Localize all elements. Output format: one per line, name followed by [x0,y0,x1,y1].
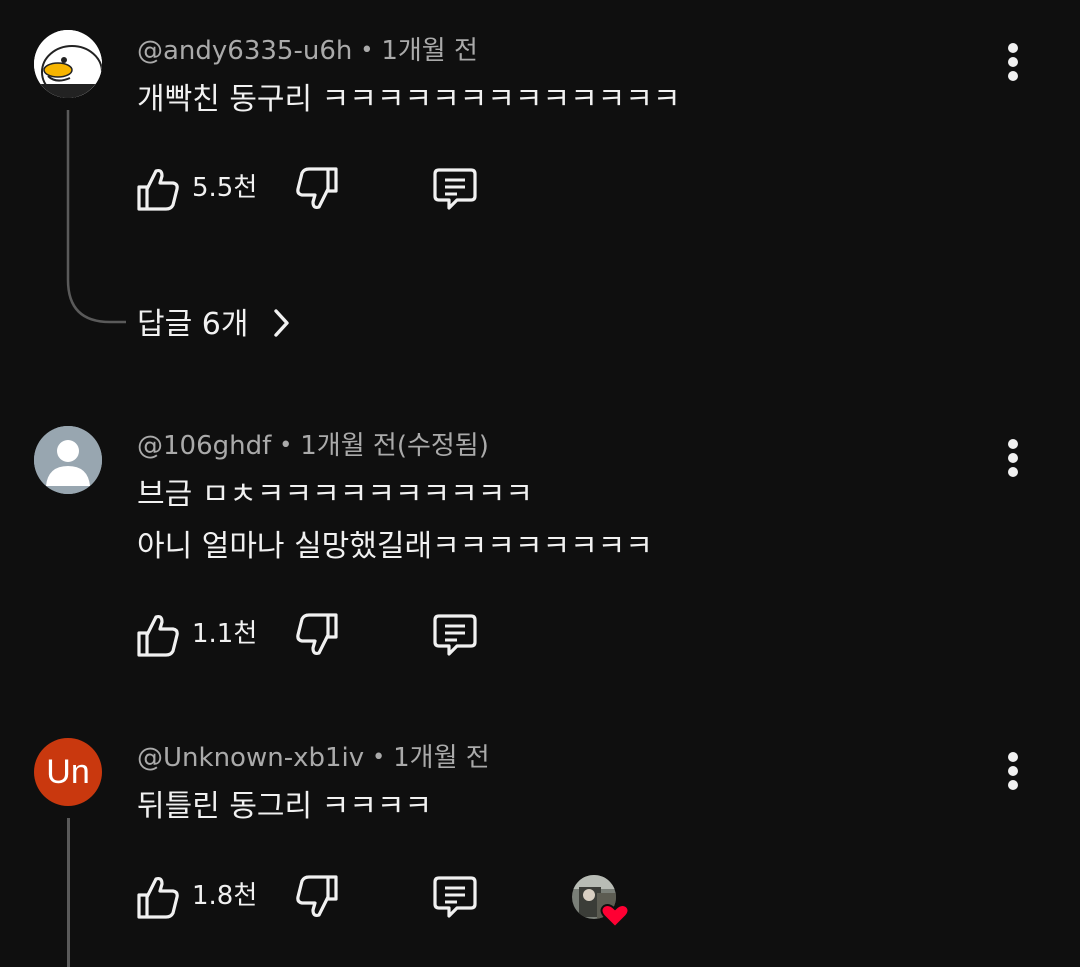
more-dot [1008,71,1018,81]
like-button[interactable]: 1.8천 [135,873,275,923]
more-options-button[interactable] [1002,752,1024,792]
thumbs-down-icon [296,167,338,210]
comment-text-line: 개빡친 동구리 ㅋㅋㅋㅋㅋㅋㅋㅋㅋㅋㅋㅋㅋ [137,82,681,117]
reply-button[interactable] [431,165,479,215]
comment-author[interactable]: @106ghdf [137,431,271,461]
comment-icon [433,614,477,656]
comment-icon [433,876,477,918]
comment-author[interactable]: @andy6335-u6h [137,36,352,66]
thumbs-down-icon [296,613,338,656]
comment-text-line: 브금 ㅁㅊㅋㅋㅋㅋㅋㅋㅋㅋㅋㅋ [137,477,533,512]
comment-time: 1개월 전 [381,36,478,66]
meta-separator: • [360,38,374,63]
creator-avatar-heart-icon [572,875,630,929]
more-dot [1008,43,1018,53]
dislike-button[interactable] [294,873,340,923]
comment-actions: 5.5천 [135,165,655,215]
view-replies-button[interactable]: 답글 6개 [137,305,292,345]
meta-separator: • [279,433,293,458]
comment-time: 1개월 전(수정됨) [300,431,489,461]
default-avatar-icon [34,426,102,494]
comment-actions: 1.8천 [135,873,655,929]
comment-time: 1개월 전 [393,743,490,773]
dislike-button[interactable] [294,165,340,215]
avatar[interactable] [34,30,102,98]
thumbs-down-icon [296,875,338,918]
like-count: 1.1천 [192,619,258,649]
chevron-right-icon [274,309,289,337]
comment-meta: @andy6335-u6h • 1개월 전 [137,38,478,64]
comment-meta: @Unknown-xb1iv • 1개월 전 [137,745,490,771]
more-dot [1008,453,1018,463]
thumbs-up-icon [137,168,179,211]
avatar-initials: Un [46,753,90,791]
thumbs-up-icon [137,876,179,919]
more-dot [1008,766,1018,776]
thread-connector [66,110,126,324]
reply-button[interactable] [431,611,479,661]
more-dot [1008,57,1018,67]
meta-separator: • [372,745,386,770]
thumbs-up-icon [137,614,179,657]
comment-text-line: 아니 얼마나 실망했길래ㅋㅋㅋㅋㅋㅋㅋㅋ [137,529,653,564]
more-dot [1008,780,1018,790]
more-dot [1008,467,1018,477]
like-count: 5.5천 [192,173,258,203]
thread-connector [67,818,70,967]
dislike-button[interactable] [294,611,340,661]
like-button[interactable]: 1.1천 [135,611,275,661]
comment-text: 개빡친 동구리 ㅋㅋㅋㅋㅋㅋㅋㅋㅋㅋㅋㅋㅋ [137,74,680,126]
like-count: 1.8천 [192,881,258,911]
comment-author[interactable]: @Unknown-xb1iv [137,743,364,773]
more-options-button[interactable] [1002,439,1024,479]
comment-icon [433,168,477,210]
more-options-button[interactable] [1002,43,1024,83]
reply-button[interactable] [431,873,479,923]
avatar[interactable] [34,426,102,494]
comment-text: 뒤틀린 동그리 ㅋㅋㅋㅋ [137,781,432,833]
duck-avatar-icon [34,30,102,98]
comment-actions: 1.1천 [135,611,655,661]
creator-heart-badge [571,873,633,929]
like-button[interactable]: 5.5천 [135,165,275,215]
comment-text-line: 뒤틀린 동그리 ㅋㅋㅋㅋ [137,789,433,824]
comment-text: 브금 ㅁㅊㅋㅋㅋㅋㅋㅋㅋㅋㅋㅋ 아니 얼마나 실망했길래ㅋㅋㅋㅋㅋㅋㅋㅋ [137,469,653,573]
more-dot [1008,752,1018,762]
replies-label: 답글 6개 [137,307,249,342]
comment-meta: @106ghdf • 1개월 전(수정됨) [137,433,489,459]
more-dot [1008,439,1018,449]
avatar[interactable]: Un [34,738,102,806]
